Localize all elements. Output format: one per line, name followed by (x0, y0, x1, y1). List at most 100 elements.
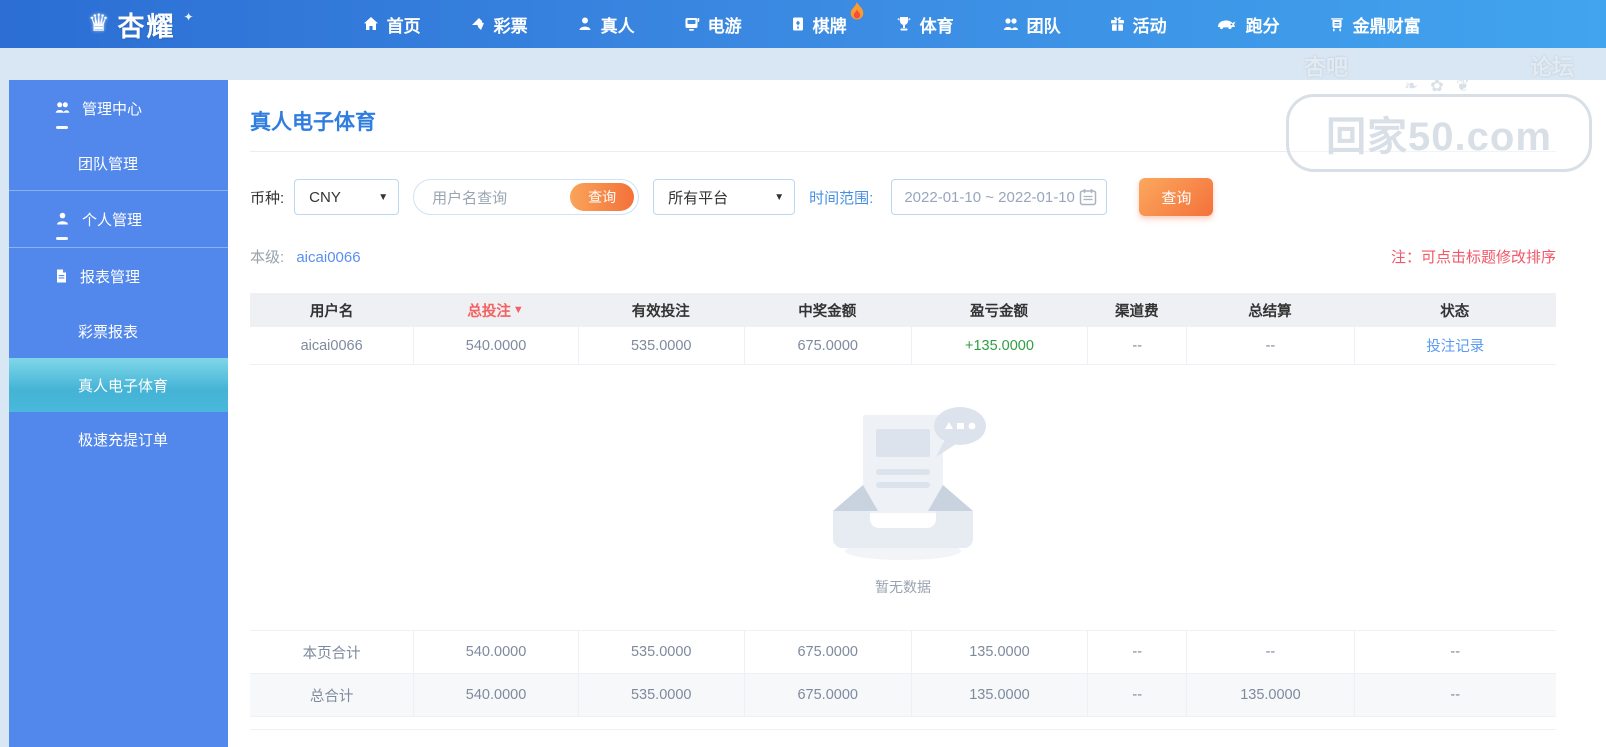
platform-selected-value: 所有平台 (668, 189, 729, 207)
nav-item-team[interactable]: 团队 (1002, 12, 1061, 37)
page-total-row: 本页合计 540.0000 535.0000 675.0000 135.0000… (250, 631, 1556, 674)
currency-selected-value: CNY (309, 188, 341, 206)
cell-valid-bet: 535.0000 (577, 327, 744, 364)
sidebar-item-label: 团队管理 (78, 155, 139, 173)
grand-total-profit: 135.0000 (910, 674, 1087, 716)
chevron-down-icon: ▼ (774, 191, 785, 203)
sidebar-item-lottery-report[interactable]: 彩票报表 (9, 304, 228, 358)
nav-item-wealth[interactable]: 金鼎财富 (1328, 12, 1421, 37)
nav-label: 真人 (600, 16, 635, 36)
page-total-win-amount: 675.0000 (743, 631, 911, 673)
username-search-input[interactable]: 用户名查询 查询 (413, 179, 640, 215)
date-range-label: 时间范围: (809, 189, 874, 207)
grand-total-valid-bet: 535.0000 (577, 674, 744, 716)
grand-total-label: 总合计 (309, 688, 354, 705)
sort-note: 注：可点击标题修改排序 (1390, 249, 1556, 266)
page-total-status: -- (1353, 631, 1556, 673)
nav-item-activity[interactable]: 活动 (1109, 12, 1167, 37)
table-row: aicai0066 540.0000 535.0000 675.0000 +13… (250, 327, 1556, 365)
page-total-settlement: -- (1186, 631, 1353, 673)
col-header-settlement[interactable]: 总结算 (1186, 293, 1353, 327)
level-row: 本级: aicai0066 注：可点击标题修改排序 (250, 246, 1556, 267)
cell-settlement: -- (1186, 327, 1353, 364)
nav-label: 活动 (1132, 16, 1167, 36)
nav-label: 跑分 (1245, 16, 1280, 36)
sidebar-item-personal-manage[interactable]: 个人管理 (9, 191, 228, 247)
nav-label: 棋牌 (812, 16, 847, 36)
flame-icon (850, 1, 863, 19)
col-header-total-bet[interactable]: 总投注 ▼ (413, 293, 578, 327)
cell-profit: +135.0000 (910, 327, 1087, 364)
nav-item-paofen[interactable]: 跑分 (1215, 12, 1280, 37)
grand-total-settlement: 135.0000 (1186, 674, 1353, 716)
username-search-button[interactable]: 查询 (570, 183, 635, 211)
page-total-channel-fee: -- (1087, 631, 1186, 673)
sidebar-item-label: 管理中心 (82, 100, 143, 118)
date-range-input[interactable]: 2022-01-10 ~ 2022-01-10 (891, 179, 1108, 215)
col-header-status[interactable]: 状态 (1354, 293, 1556, 327)
nav-item-home[interactable]: 首页 (362, 12, 421, 37)
currency-select[interactable]: CNY ▼ (294, 179, 400, 215)
nav-label: 电游 (707, 16, 742, 36)
home-icon (363, 17, 378, 30)
page-total-profit: 135.0000 (910, 631, 1087, 673)
col-header-valid-bet[interactable]: 有效投注 (578, 293, 744, 327)
users-icon (55, 102, 70, 113)
col-header-profit[interactable]: 盈亏金额 (911, 293, 1087, 327)
title-divider (250, 151, 1556, 152)
sidebar-item-label: 报表管理 (80, 268, 141, 286)
empty-state-illustration (833, 406, 986, 560)
grand-total-channel-fee: -- (1087, 674, 1186, 716)
watermark-text-right: 论坛 (1529, 55, 1574, 80)
level-user-link[interactable]: aicai0066 (296, 249, 360, 266)
grand-total-row: 总合计 540.0000 535.0000 675.0000 135.0000 … (250, 674, 1556, 717)
sparkle-icon: ✦ (183, 10, 194, 24)
nav-label: 体育 (919, 16, 954, 36)
sports-trophy-icon (897, 17, 911, 31)
filter-bar: 币种: CNY ▼ 用户名查询 查询 所有平台 ▼ 时间范围: 2022-01-… (250, 178, 1556, 216)
chess-card-icon (792, 17, 803, 31)
sidebar-item-team-manage[interactable]: 团队管理 (9, 136, 228, 190)
col-header-win-amount[interactable]: 中奖金额 (744, 293, 911, 327)
sidebar-item-label: 彩票报表 (78, 323, 139, 341)
col-header-channel-fee[interactable]: 渠道费 (1087, 293, 1186, 327)
live-person-icon (579, 17, 591, 30)
bet-record-link[interactable]: 投注记录 (1353, 327, 1556, 364)
paofen-rhino-icon (1217, 20, 1236, 29)
sidebar-item-label: 真人电子体育 (78, 377, 169, 395)
nav-item-chess[interactable]: 棋牌 (790, 1, 863, 37)
sidebar-group-reports: 报表管理 彩票报表 真人电子体育 极速充提订单 (9, 247, 228, 466)
team-icon (1003, 18, 1018, 30)
sidebar-group-manage: 管理中心 团队管理 (9, 80, 228, 190)
sidebar-item-manage-center[interactable]: 管理中心 (9, 80, 228, 136)
nav-item-sports[interactable]: 体育 (895, 12, 954, 37)
platform-select[interactable]: 所有平台 ▼ (653, 179, 796, 215)
grand-total-total-bet: 540.0000 (413, 674, 578, 716)
grand-total-status: -- (1353, 674, 1556, 716)
nav-label: 团队 (1026, 16, 1061, 36)
empty-state-text: 暂无数据 (875, 578, 931, 595)
main-content: 真人电子体育 币种: CNY ▼ 用户名查询 查询 所有平台 ▼ 时间范围: 2… (228, 80, 1606, 747)
nav-label: 彩票 (493, 16, 528, 36)
sidebar-item-quick-orders[interactable]: 极速充提订单 (9, 412, 228, 466)
cell-win-amount: 675.0000 (743, 327, 911, 364)
nav-item-live[interactable]: 真人 (576, 12, 635, 37)
search-button[interactable]: 查询 (1139, 178, 1214, 216)
col-header-username[interactable]: 用户名 (250, 293, 413, 327)
calendar-icon[interactable] (1078, 187, 1098, 207)
brand-logo[interactable]: ♛ 杏耀 ✦ (88, 5, 194, 44)
nav-item-egame[interactable]: 电游 (683, 12, 742, 37)
user-icon (57, 212, 68, 225)
username-placeholder: 用户名查询 (432, 189, 508, 207)
nav-item-lottery[interactable]: 彩票 (469, 12, 528, 37)
sidebar-item-report-manage[interactable]: 报表管理 (9, 248, 228, 304)
cell-channel-fee: -- (1087, 327, 1186, 364)
sidebar: 管理中心 团队管理 个人管理 报表管理 彩票报表 真人电子体育 极速充提订单 (9, 80, 228, 747)
watermark-text-left: 杏吧 (1304, 55, 1349, 80)
sidebar-item-live-esports[interactable]: 真人电子体育 (9, 358, 228, 412)
cell-total-bet: 540.0000 (413, 327, 578, 364)
table-header-row: 用户名 总投注 ▼ 有效投注 中奖金额 盈亏金额 渠道费 总结算 状态 (250, 293, 1556, 327)
nav-label: 首页 (386, 16, 421, 36)
page-title: 真人电子体育 (250, 111, 376, 134)
sidebar-group-personal: 个人管理 (9, 190, 228, 247)
